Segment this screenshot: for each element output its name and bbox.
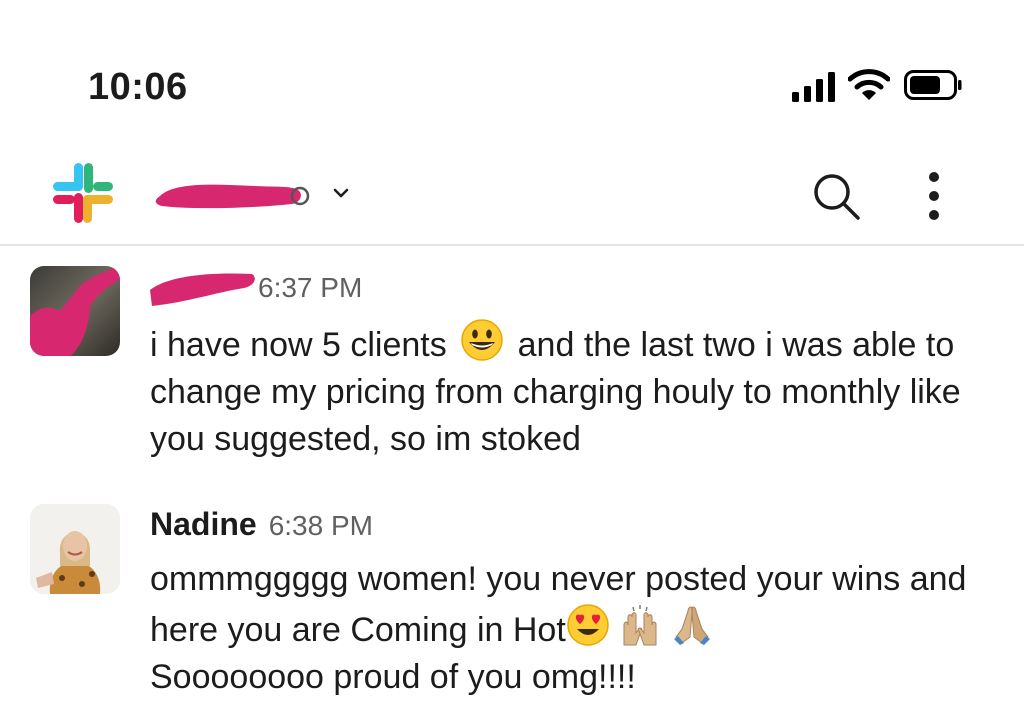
- message-text-part: Soooooooo proud of you omg!!!!: [150, 658, 636, 696]
- message-text-part: ommmggggg women! you never posted your w…: [150, 560, 967, 649]
- avatar-redaction: [30, 266, 120, 356]
- status-time: 10:06: [88, 66, 188, 108]
- status-bar: 10:06: [0, 0, 1024, 140]
- author-name[interactable]: Nadine: [150, 506, 257, 543]
- message-timestamp[interactable]: 6:37 PM: [258, 272, 362, 304]
- message-meta: Nadine 6:38 PM: [150, 506, 373, 543]
- avatar[interactable]: [30, 504, 120, 594]
- grinning-face-emoji-icon: [460, 318, 504, 362]
- channel-header: [0, 140, 1024, 246]
- more-vertical-icon[interactable]: [920, 170, 948, 222]
- search-icon[interactable]: [810, 170, 862, 222]
- message-text: ommmggggg women! you never posted your w…: [150, 556, 1010, 701]
- folded-hands-emoji-icon: [670, 603, 714, 647]
- message-timestamp[interactable]: 6:38 PM: [269, 510, 373, 542]
- battery-icon: [904, 70, 962, 100]
- avatar-photo: [30, 504, 120, 594]
- message-meta: 6:37 PM: [258, 272, 362, 304]
- slack-logo-icon[interactable]: [50, 160, 116, 226]
- message-text: i have now 5 clients and the last two i …: [150, 318, 1010, 463]
- avatar[interactable]: [30, 266, 120, 356]
- wifi-icon: [848, 69, 890, 100]
- cellular-signal-icon: [792, 72, 835, 102]
- raising-hands-emoji-icon: [618, 603, 662, 647]
- chevron-down-icon[interactable]: [332, 186, 350, 200]
- heart-eyes-emoji-icon: [566, 603, 610, 647]
- message-text-part: i have now 5 clients: [150, 326, 447, 364]
- author-name-redaction: [150, 273, 255, 306]
- workspace-name-redaction[interactable]: [154, 180, 310, 210]
